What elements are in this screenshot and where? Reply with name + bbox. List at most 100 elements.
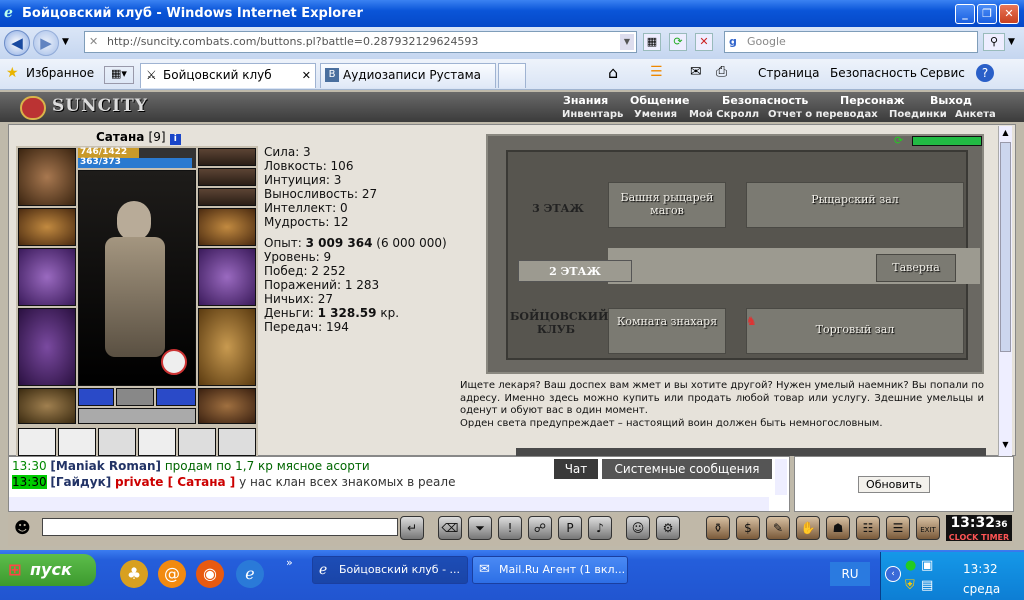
menu-transfers[interactable]: Отчет о переводах bbox=[768, 108, 878, 121]
game-launcher-icon[interactable]: ♣ bbox=[120, 560, 148, 588]
close-button[interactable]: ✕ bbox=[999, 4, 1019, 24]
eraser-icon[interactable]: ⌫ bbox=[438, 516, 462, 540]
print-icon[interactable]: ⎙ bbox=[716, 64, 727, 80]
minimize-button[interactable]: _ bbox=[955, 4, 975, 24]
search-input[interactable]: g Google bbox=[724, 31, 978, 53]
fighter-icon[interactable]: ☍ bbox=[528, 516, 552, 540]
scroll-icon[interactable]: ✎ bbox=[766, 516, 790, 540]
search-icon[interactable]: ⚲ bbox=[983, 33, 1005, 51]
alert-icon[interactable]: ! bbox=[498, 516, 522, 540]
bow-slot[interactable] bbox=[18, 248, 76, 306]
group-icon[interactable]: ☷ bbox=[856, 516, 880, 540]
address-bar[interactable]: ✕ http://suncity.combats.com/buttons.pl?… bbox=[84, 31, 637, 53]
scroll-slot-5[interactable] bbox=[178, 428, 216, 456]
scroll-slot-3[interactable] bbox=[98, 428, 136, 456]
earrings-slot[interactable] bbox=[198, 148, 256, 166]
necklace-slot[interactable] bbox=[198, 168, 256, 186]
task-combats[interactable]: ℯ Бойцовский клуб - ... bbox=[312, 556, 468, 584]
exit-icon[interactable]: EXIT bbox=[916, 516, 940, 540]
more-quicklaunch-icon[interactable]: » bbox=[286, 556, 293, 569]
tab-audio[interactable]: В Аудиозаписи Рустама Саип... bbox=[320, 63, 496, 105]
security-shield-icon[interactable]: ⛨ bbox=[905, 578, 915, 593]
info-icon[interactable]: i bbox=[169, 134, 181, 145]
security-menu[interactable]: Безопасность bbox=[830, 66, 917, 80]
tab-chat[interactable]: Чат bbox=[554, 459, 598, 479]
rune-slots[interactable] bbox=[78, 408, 196, 424]
room-trade-hall[interactable]: Торговый зал bbox=[746, 308, 964, 354]
chat-hscrollbar[interactable] bbox=[9, 497, 769, 511]
start-button[interactable]: ⊞ пуск bbox=[0, 554, 96, 586]
help-icon[interactable]: ? bbox=[976, 64, 994, 82]
boots-slot[interactable] bbox=[198, 388, 256, 424]
character-name[interactable]: Сатана bbox=[96, 130, 144, 144]
volume-icon[interactable]: ▤ bbox=[921, 578, 933, 593]
mail-icon[interactable]: ✉ bbox=[690, 64, 702, 80]
menu-scroll[interactable]: Мой Скролл bbox=[689, 108, 759, 121]
scroll-thumb[interactable] bbox=[1000, 142, 1011, 352]
money-bag-icon[interactable]: $ bbox=[736, 516, 760, 540]
smiley-head-icon[interactable]: ☻ bbox=[14, 518, 31, 537]
vertical-scrollbar[interactable]: ▲ ▼ bbox=[998, 126, 1012, 456]
filter-icon[interactable]: ⏷ bbox=[468, 516, 492, 540]
music-icon[interactable]: ♪ bbox=[588, 516, 612, 540]
stop-icon[interactable]: ✕ bbox=[695, 33, 713, 51]
private-icon[interactable]: P bbox=[558, 516, 582, 540]
home-icon[interactable]: ⌂ bbox=[608, 63, 618, 82]
send-icon[interactable]: ↵ bbox=[400, 516, 424, 540]
fight-club[interactable]: БОЙЦОВСКИЙ КЛУБ bbox=[510, 310, 608, 336]
menu-fights[interactable]: Поединки bbox=[889, 108, 947, 121]
restore-button[interactable]: ❐ bbox=[977, 4, 997, 24]
menu-security[interactable]: Безопасность bbox=[722, 94, 808, 107]
message-nick[interactable]: [Maniak Roman] bbox=[50, 459, 161, 473]
menu-character[interactable]: Персонаж bbox=[840, 94, 905, 107]
hand-icon[interactable]: ✋ bbox=[796, 516, 820, 540]
tab-system-messages[interactable]: Системные сообщения bbox=[602, 459, 772, 479]
scroll-up-icon[interactable]: ▲ bbox=[1000, 128, 1011, 140]
messenger-icon[interactable]: ● bbox=[905, 558, 916, 573]
menu-knowledge[interactable]: Знания bbox=[563, 94, 608, 107]
room-healer[interactable]: Комната знахаря bbox=[608, 308, 726, 354]
tab-combats[interactable]: ⚔ Бойцовский клуб ✕ bbox=[140, 63, 316, 88]
service-menu[interactable]: Сервис bbox=[920, 66, 965, 80]
message-nick[interactable]: [Гайдук] bbox=[50, 475, 111, 489]
back-button[interactable]: ◀ bbox=[4, 30, 30, 56]
close-tab-icon[interactable]: ✕ bbox=[302, 64, 311, 87]
task-mail-agent[interactable]: ✉ Mail.Ru Агент (1 вкл... bbox=[472, 556, 628, 584]
emoticon-icon[interactable]: ☺ bbox=[626, 516, 650, 540]
gloves-slot[interactable] bbox=[18, 208, 76, 246]
scroll-slot-2[interactable] bbox=[58, 428, 96, 456]
armor-slot[interactable] bbox=[18, 308, 76, 386]
address-dropdown-icon[interactable]: ▼ bbox=[620, 34, 634, 50]
refresh-icon[interactable]: ⟳ bbox=[669, 33, 687, 51]
favorites-button[interactable]: Избранное bbox=[26, 66, 94, 80]
bag-icon[interactable]: ⚱ bbox=[706, 516, 730, 540]
scroll-slot-6[interactable] bbox=[218, 428, 256, 456]
history-dropdown-icon[interactable]: ▼ bbox=[62, 37, 69, 47]
chat-input[interactable] bbox=[42, 518, 398, 536]
internet-explorer-icon[interactable]: ℯ bbox=[236, 560, 264, 588]
gem-slot-2[interactable] bbox=[116, 388, 154, 406]
rings-slot[interactable] bbox=[198, 188, 256, 206]
helmet-slot[interactable] bbox=[18, 148, 76, 206]
language-indicator[interactable]: RU bbox=[830, 562, 870, 586]
floor-2[interactable]: 2 ЭТАЖ bbox=[518, 260, 632, 282]
mail-ru-icon[interactable]: @ bbox=[158, 560, 186, 588]
person-icon[interactable]: ☗ bbox=[826, 516, 850, 540]
map-refresh-icon[interactable]: ⟳ bbox=[894, 134, 903, 147]
refresh-button[interactable]: Обновить bbox=[858, 476, 930, 493]
compatibility-icon[interactable]: ▦ bbox=[643, 33, 661, 51]
menu-exit[interactable]: Выход bbox=[930, 94, 972, 107]
belt-slot[interactable] bbox=[18, 388, 76, 424]
bracers-slot[interactable] bbox=[198, 208, 256, 246]
firefox-icon[interactable]: ◉ bbox=[196, 560, 224, 588]
menu-social[interactable]: Общение bbox=[630, 94, 689, 107]
forward-button[interactable]: ▶ bbox=[33, 30, 59, 56]
show-hidden-icons[interactable]: ‹ bbox=[885, 566, 901, 582]
search-options-icon[interactable]: ▼ bbox=[1008, 37, 1015, 47]
weapon-slot[interactable] bbox=[198, 248, 256, 306]
scroll-slot-1[interactable] bbox=[18, 428, 56, 456]
menu-skills[interactable]: Умения bbox=[634, 108, 677, 121]
chat-vscrollbar[interactable] bbox=[775, 459, 787, 495]
character-avatar[interactable] bbox=[78, 170, 196, 386]
settings-icon[interactable]: ⚙ bbox=[656, 516, 680, 540]
